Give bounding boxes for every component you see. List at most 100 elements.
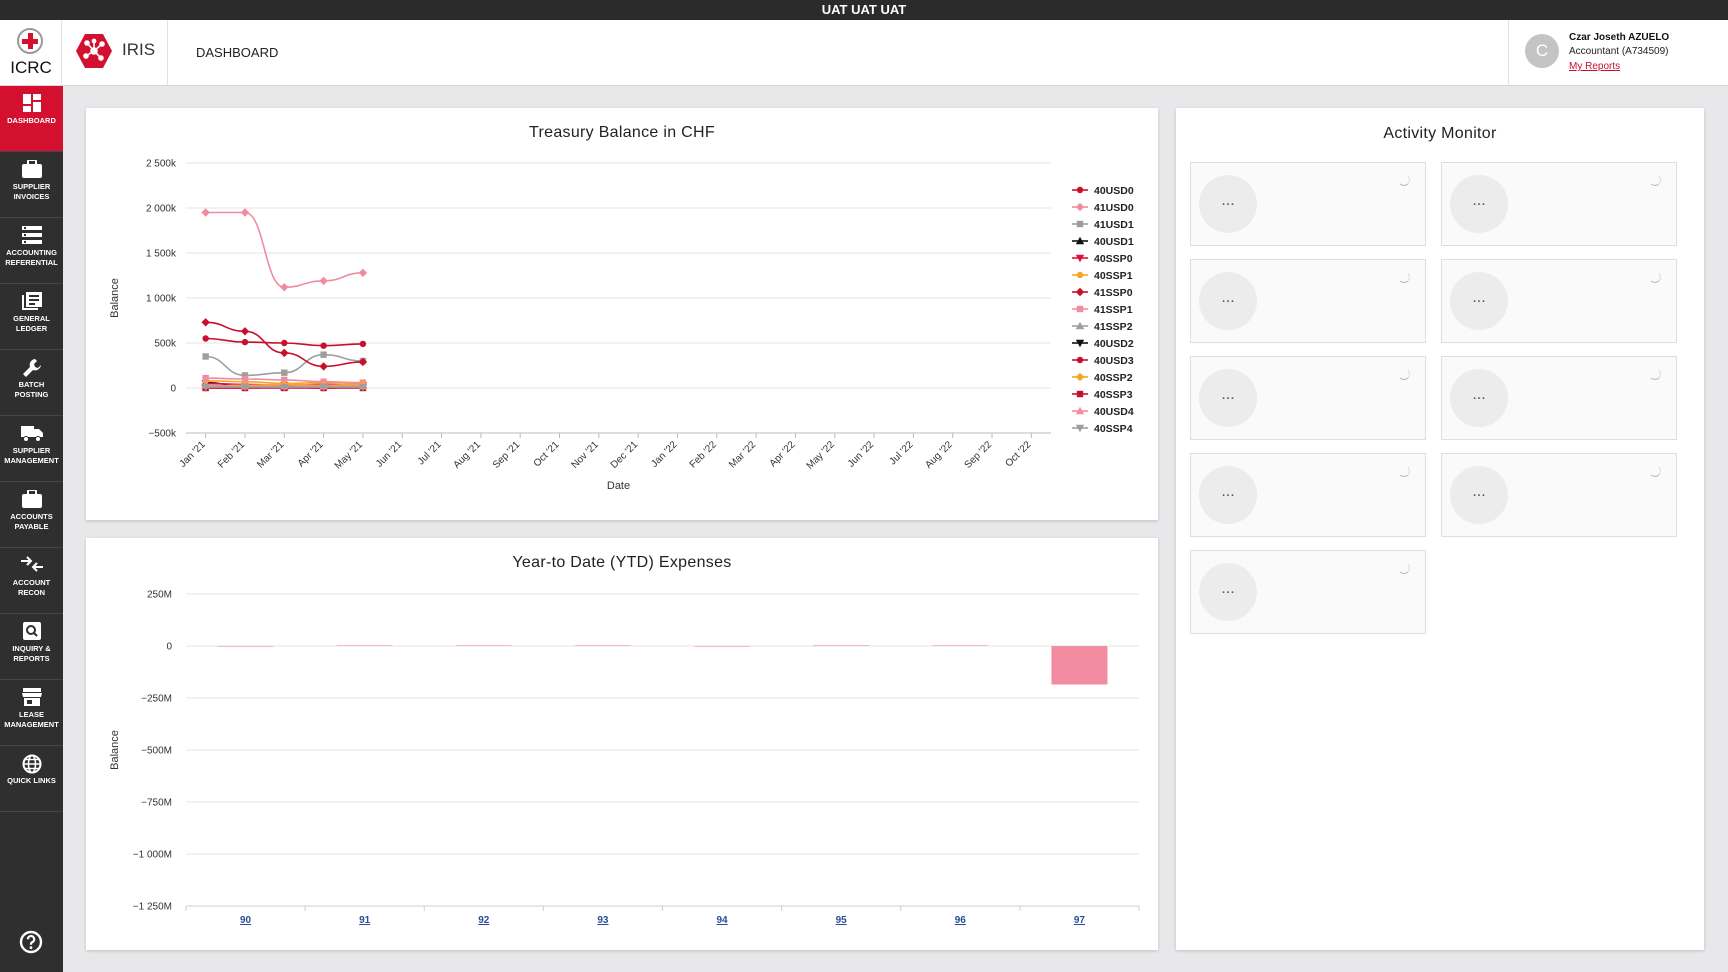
sidebar-item-general-ledger[interactable]: GENERAL LEDGER xyxy=(0,284,63,350)
legend-label: 40SSP3 xyxy=(1094,389,1133,401)
bar xyxy=(813,645,870,646)
sidebar-item-quick-links[interactable]: QUICK LINKS xyxy=(0,746,63,812)
y-tick-label: −1 000M xyxy=(133,850,172,861)
activity-tile[interactable]: ... xyxy=(1190,550,1426,634)
loading-spinner-icon xyxy=(1398,271,1410,283)
sidebar-item-dashboard[interactable]: DASHBOARD xyxy=(0,86,63,152)
x-tick-label: Jan '21 xyxy=(177,439,208,470)
sidebar-item-label: ACCOUNTS PAYABLE xyxy=(10,512,53,531)
activity-tile[interactable]: ... xyxy=(1441,162,1677,246)
sidebar-item-label: INQUIRY & REPORTS xyxy=(12,644,51,663)
x-tick-label: Apr '22 xyxy=(768,439,798,469)
activity-monitor-title: Activity Monitor xyxy=(1383,125,1497,142)
activity-tile[interactable]: ... xyxy=(1441,356,1677,440)
x-tick-label: Jun '22 xyxy=(846,439,877,470)
y-tick-label: −1 250M xyxy=(133,902,172,913)
legend-label: 40SSP4 xyxy=(1094,423,1133,435)
x-tick-label: Jul '22 xyxy=(888,439,916,467)
data-point xyxy=(201,208,210,217)
x-tick-label: May '21 xyxy=(333,439,366,472)
x-tick-label: Aug '22 xyxy=(923,439,955,471)
x-tick-label: 97 xyxy=(1074,915,1086,926)
bar xyxy=(336,645,393,646)
bar xyxy=(574,645,631,646)
bar xyxy=(455,645,512,646)
x-tick-label: Dec '21 xyxy=(609,439,641,471)
x-tick-label: Feb '22 xyxy=(688,439,719,470)
activity-tile[interactable]: ... xyxy=(1441,259,1677,343)
list-icon xyxy=(0,218,63,246)
sidebar-item-label: ACCOUNT RECON xyxy=(12,578,51,597)
sidebar-item-batch-posting[interactable]: BATCH POSTING xyxy=(0,350,63,416)
sidebar-item-label: LEASE MANAGEMENT xyxy=(4,710,59,729)
sidebar-item-lease-management[interactable]: LEASE MANAGEMENT xyxy=(0,680,63,746)
iris-network-icon xyxy=(76,34,112,68)
app-name: IRIS xyxy=(122,40,156,59)
wrench-icon xyxy=(0,350,63,378)
legend-label: 41USD0 xyxy=(1094,202,1134,214)
activity-tile-placeholder: ... xyxy=(1450,466,1508,524)
activity-tile-placeholder: ... xyxy=(1199,563,1257,621)
sidebar-item-supplier-invoices[interactable]: SUPPLIER INVOICES xyxy=(0,152,63,218)
data-point xyxy=(202,374,209,382)
sidebar-item-account-recon[interactable]: ACCOUNT RECON xyxy=(0,548,63,614)
legend-label: 40USD4 xyxy=(1094,406,1134,418)
data-point xyxy=(202,353,209,360)
series-line xyxy=(205,211,363,289)
loading-spinner-icon xyxy=(1398,562,1410,574)
y-tick-label: −750M xyxy=(141,798,172,809)
avatar[interactable]: C xyxy=(1525,34,1559,68)
icrc-logo[interactable]: ICRC xyxy=(0,20,62,86)
x-tick-label: Mar '21 xyxy=(255,439,286,470)
sidebar-item-accounting-referential[interactable]: ACCOUNTING REFERENTIAL xyxy=(0,218,63,284)
activity-tile[interactable]: ... xyxy=(1190,356,1426,440)
sidebar-item-accounts-payable[interactable]: ACCOUNTS PAYABLE xyxy=(0,482,63,548)
sidebar: DASHBOARD SUPPLIER INVOICES ACCOUNTING R… xyxy=(0,86,63,972)
data-point xyxy=(201,318,210,327)
data-point xyxy=(240,327,250,336)
dashboard-icon xyxy=(0,86,63,114)
data-point xyxy=(320,351,327,358)
activity-tile[interactable]: ... xyxy=(1190,162,1426,246)
x-tick-label: 94 xyxy=(717,915,729,926)
ytd-expenses-chart: 250M 0 −250M −500M −750M −1 000M −1 250M Balanc… xyxy=(109,590,1140,926)
y-tick-label: 0 xyxy=(166,642,172,653)
activity-tile-placeholder: ... xyxy=(1199,272,1257,330)
activity-tile-placeholder: ... xyxy=(1199,369,1257,427)
loading-spinner-icon xyxy=(1649,465,1661,477)
sidebar-item-supplier-management[interactable]: SUPPLIER MANAGEMENT xyxy=(0,416,63,482)
loading-spinner-icon xyxy=(1398,368,1410,380)
iris-logo[interactable]: IRIS xyxy=(62,20,168,86)
activity-tile[interactable]: ... xyxy=(1190,453,1426,537)
help-icon[interactable] xyxy=(19,930,43,954)
briefcase-icon xyxy=(0,152,63,180)
briefcase-icon xyxy=(0,482,63,510)
sidebar-item-label: ACCOUNTING REFERENTIAL xyxy=(5,248,58,267)
legend-marker xyxy=(1075,372,1085,382)
x-tick-label: 93 xyxy=(597,915,609,926)
legend-marker xyxy=(1076,305,1084,313)
org-name: ICRC xyxy=(10,58,52,77)
legend-label: 40SSP0 xyxy=(1094,253,1133,265)
data-point xyxy=(281,339,288,347)
legend-label: 40USD0 xyxy=(1094,185,1134,197)
data-point xyxy=(281,369,288,376)
user-panel: C Czar Joseth AZUELO Accountant (A734509… xyxy=(1508,20,1728,86)
x-tick-label: 96 xyxy=(955,915,967,926)
my-reports-link[interactable]: My Reports xyxy=(1569,61,1620,72)
loading-spinner-icon xyxy=(1398,174,1410,186)
x-tick-label: Jan '22 xyxy=(649,439,680,470)
sidebar-item-inquiry-reports[interactable]: INQUIRY & REPORTS xyxy=(0,614,63,680)
y-tick-label: 500k xyxy=(154,339,177,350)
data-point xyxy=(280,283,289,292)
legend-marker xyxy=(1076,220,1084,228)
activity-tile[interactable]: ... xyxy=(1190,259,1426,343)
activity-tile[interactable]: ... xyxy=(1441,453,1677,537)
loading-spinner-icon xyxy=(1649,271,1661,283)
legend-marker xyxy=(1076,356,1084,364)
sidebar-item-label: DASHBOARD xyxy=(7,116,56,125)
y-axis-title: Balance xyxy=(109,278,121,318)
legend-label: 40USD3 xyxy=(1094,355,1134,367)
data-point xyxy=(319,362,328,371)
legend-marker xyxy=(1076,271,1084,279)
